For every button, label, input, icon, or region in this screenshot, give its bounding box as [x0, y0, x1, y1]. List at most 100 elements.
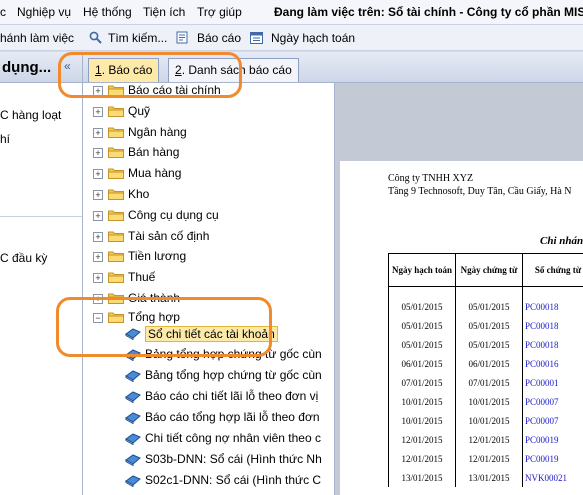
expand-icon[interactable]: + [93, 128, 103, 138]
expand-icon[interactable]: + [93, 232, 103, 242]
tree-folder-node[interactable]: + Mua hàng [83, 163, 333, 183]
toolbar: hánh làm việc Tìm kiếm... Báo cáo Ngày h… [0, 25, 583, 51]
tree-folder-node[interactable]: + Tiền lương [83, 246, 333, 266]
tree-folder-node[interactable]: + Kho [83, 184, 333, 204]
tree-report-label[interactable]: Bảng tổng hợp chứng từ gốc cùn [145, 368, 322, 382]
expand-icon[interactable]: + [93, 252, 103, 262]
company-name: Công ty TNHH XYZ [388, 173, 474, 184]
voucher-number-cell[interactable]: PC00018 [522, 335, 583, 354]
expand-icon[interactable]: + [93, 107, 103, 117]
tree-report-label[interactable]: S02c1-DNN: Sổ cái (Hình thức C [145, 473, 321, 487]
tree-folder-node[interactable]: + Thuế [83, 267, 333, 287]
voucher-number-cell[interactable]: PC00001 [522, 373, 583, 392]
tree-folder-node[interactable]: + Ngân hàng [83, 122, 333, 142]
report-book-icon [125, 412, 141, 424]
tree-folder-label[interactable]: Ngân hàng [128, 125, 187, 139]
expand-icon[interactable]: + [93, 190, 103, 200]
expand-icon[interactable]: + [93, 211, 103, 221]
folder-icon [108, 106, 124, 117]
tree-folder-label[interactable]: Kho [128, 187, 149, 201]
tree-folder-node[interactable]: + Quỹ [83, 101, 333, 121]
left-pane-item[interactable]: C đầu kỳ [0, 251, 47, 265]
menu-item-partial[interactable]: c [0, 5, 6, 19]
report-title: Chi nhán [540, 235, 583, 247]
voucher-number-cell[interactable]: PC00007 [522, 392, 583, 411]
tree-report-label[interactable]: Chi tiết công nợ nhân viên theo c [145, 431, 321, 445]
report-preview-pane: Công ty TNHH XYZ Tầng 9 Technosoft, Duy … [335, 83, 583, 495]
date-cell: 05/01/2015 [388, 316, 456, 335]
expand-icon[interactable]: + [93, 169, 103, 179]
tree-folder-label[interactable]: Bán hàng [128, 145, 179, 159]
table-row: 05/01/2015 05/01/2015 PC00018 [388, 335, 583, 354]
folder-icon [108, 231, 124, 242]
menu-nghiep-vu[interactable]: Nghiệp vụ [17, 5, 71, 19]
table-row: 12/01/2015 12/01/2015 PC00019 [388, 449, 583, 468]
toolbar-report-button[interactable]: Báo cáo [197, 31, 241, 45]
menu-bar: c Nghiệp vụ Hệ thống Tiện ích Trợ giúp Đ… [0, 0, 583, 25]
table-cell [388, 286, 456, 297]
tree-report-node[interactable]: Chi tiết công nợ nhân viên theo c [83, 428, 333, 448]
toolbar-workspace-button[interactable]: hánh làm việc [0, 31, 74, 45]
menu-he-thong[interactable]: Hệ thống [83, 5, 132, 19]
voucher-number-cell[interactable]: NVK00021 [522, 468, 583, 487]
table-cell [522, 286, 583, 297]
voucher-number-cell[interactable]: PC00018 [522, 316, 583, 335]
left-pane-title: dụng... [2, 59, 52, 76]
menu-tien-ich[interactable]: Tiện ích [143, 5, 185, 19]
tree-folder-label[interactable]: Quỹ [128, 104, 150, 118]
tree-report-label[interactable]: S03b-DNN: Sổ cái (Hình thức Nh [145, 452, 322, 466]
column-header: Ngày chứng từ [455, 253, 523, 287]
column-header: Số chứng từ [522, 253, 583, 287]
voucher-number-cell[interactable]: PC00016 [522, 354, 583, 373]
tree-folder-label[interactable]: Thuế [128, 270, 155, 284]
date-cell: 07/01/2015 [455, 373, 523, 392]
tree-folder-node[interactable]: + Tài sản cố định [83, 226, 333, 246]
search-icon[interactable] [89, 31, 102, 44]
voucher-number-cell[interactable]: PC00007 [522, 411, 583, 430]
tree-folder-label[interactable]: Công cụ dụng cụ [128, 208, 219, 222]
tree-report-node[interactable]: S02b-DNN: Sổ đăng ký chứng từ [83, 491, 333, 495]
voucher-number-cell[interactable]: PC00019 [522, 430, 583, 449]
tree-folder-label[interactable]: Mua hàng [128, 166, 181, 180]
voucher-number-cell[interactable]: PC00018 [522, 297, 583, 316]
report-book-icon [125, 475, 141, 487]
left-pane-item[interactable]: C hàng loạt [0, 108, 61, 122]
date-cell: 12/01/2015 [388, 449, 456, 468]
tree-report-node[interactable]: Bảng tổng hợp chứng từ gốc cùn [83, 365, 333, 385]
tree-folder-label[interactable]: Tiền lương [128, 249, 186, 263]
annotation-highlight-tong-hop [56, 297, 272, 357]
table-header-row: Ngày hạch toán Ngày chứng từ Số chứng từ [388, 253, 583, 287]
tree-folder-node[interactable]: + Bán hàng [83, 142, 333, 162]
folder-icon [108, 251, 124, 262]
tree-report-node[interactable]: S03b-DNN: Sổ cái (Hình thức Nh [83, 449, 333, 469]
toolbar-search-button[interactable]: Tìm kiếm... [108, 31, 167, 45]
tree-report-label[interactable]: Báo cáo tổng hợp lãi lỗ theo đơn [145, 410, 320, 424]
voucher-number-cell[interactable]: PC00019 [522, 449, 583, 468]
report-book-icon [125, 391, 141, 403]
date-cell: 13/01/2015 [455, 468, 523, 487]
report-book-icon [125, 370, 141, 382]
toolbar-posting-date-button[interactable]: Ngày hạch toán [271, 31, 355, 45]
tree-folder-node[interactable]: + Công cụ dụng cụ [83, 205, 333, 225]
table-spacer-row [388, 286, 583, 297]
report-table: Ngày hạch toán Ngày chứng từ Số chứng từ… [388, 253, 583, 487]
left-pane-item[interactable]: hí [0, 132, 10, 146]
tree-report-label[interactable]: Báo cáo chi tiết lãi lỗ theo đơn vị [145, 389, 318, 403]
expand-icon[interactable]: + [93, 148, 103, 158]
report-paper: Công ty TNHH XYZ Tầng 9 Technosoft, Duy … [340, 161, 583, 495]
calendar-icon[interactable] [250, 31, 263, 44]
report-icon[interactable] [176, 31, 189, 44]
report-book-icon [125, 433, 141, 445]
date-cell: 10/01/2015 [388, 392, 456, 411]
divider [0, 216, 82, 217]
table-row: 13/01/2015 13/01/2015 NVK00021 [388, 468, 583, 487]
menu-tro-giup[interactable]: Trợ giúp [197, 5, 242, 19]
date-cell: 07/01/2015 [388, 373, 456, 392]
date-cell: 10/01/2015 [388, 411, 456, 430]
tree-folder-label[interactable]: Tài sản cố định [128, 229, 209, 243]
tree-report-node[interactable]: S02c1-DNN: Sổ cái (Hình thức C [83, 470, 333, 490]
expand-icon[interactable]: + [93, 273, 103, 283]
date-cell: 12/01/2015 [455, 449, 523, 468]
tree-report-node[interactable]: Báo cáo tổng hợp lãi lỗ theo đơn [83, 407, 333, 427]
tree-report-node[interactable]: Báo cáo chi tiết lãi lỗ theo đơn vị [83, 386, 333, 406]
